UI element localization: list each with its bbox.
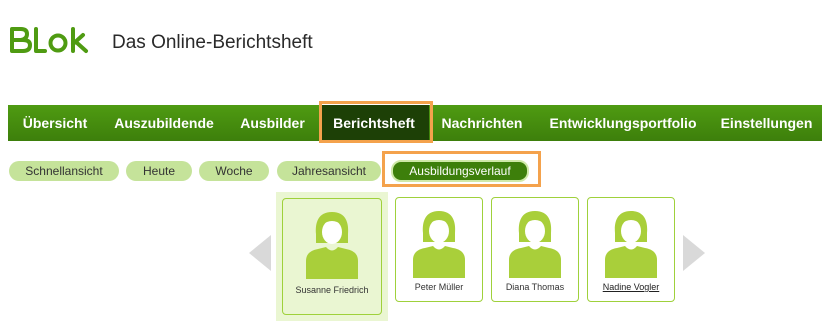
person-name: Peter Müller bbox=[414, 282, 464, 292]
nav-item-entwicklungsportfolio[interactable]: Entwicklungsportfolio bbox=[535, 105, 711, 141]
carousel-next-arrow-icon[interactable] bbox=[683, 235, 705, 271]
subnav-woche[interactable]: Woche bbox=[199, 161, 269, 181]
person-card-peter-mueller[interactable]: Peter Müller bbox=[395, 197, 483, 302]
highlight-box-subnav bbox=[382, 151, 541, 187]
female-avatar-icon bbox=[509, 211, 561, 278]
nav-item-nachrichten[interactable]: Nachrichten bbox=[429, 105, 535, 141]
person-name: Diana Thomas bbox=[505, 282, 565, 292]
female-avatar-icon bbox=[413, 211, 465, 278]
carousel-prev-arrow-icon[interactable] bbox=[249, 235, 271, 271]
subnav-heute[interactable]: Heute bbox=[126, 161, 192, 181]
person-name-link[interactable]: Nadine Vogler bbox=[588, 282, 674, 292]
subnav-schnellansicht[interactable]: Schnellansicht bbox=[9, 161, 119, 181]
person-name: Susanne Friedrich bbox=[295, 285, 369, 295]
subnav-jahresansicht[interactable]: Jahresansicht bbox=[277, 161, 381, 181]
nav-item-einstellungen[interactable]: Einstellungen bbox=[711, 105, 822, 141]
nav-item-auszubildende[interactable]: Auszubildende bbox=[102, 105, 226, 141]
female-avatar-icon bbox=[306, 212, 358, 279]
blok-logo bbox=[10, 27, 88, 53]
female-avatar-icon bbox=[605, 211, 657, 278]
highlight-box-nav bbox=[319, 101, 433, 143]
nav-item-uebersicht[interactable]: Übersicht bbox=[8, 105, 102, 141]
person-card-diana-thomas[interactable]: Diana Thomas bbox=[491, 197, 579, 302]
person-card-nadine-vogler[interactable]: Nadine Vogler bbox=[587, 197, 675, 302]
nav-item-ausbilder[interactable]: Ausbilder bbox=[226, 105, 319, 141]
app-title: Das Online-Berichtsheft bbox=[112, 32, 313, 53]
person-card-susanne-friedrich[interactable]: Susanne Friedrich bbox=[282, 198, 382, 315]
